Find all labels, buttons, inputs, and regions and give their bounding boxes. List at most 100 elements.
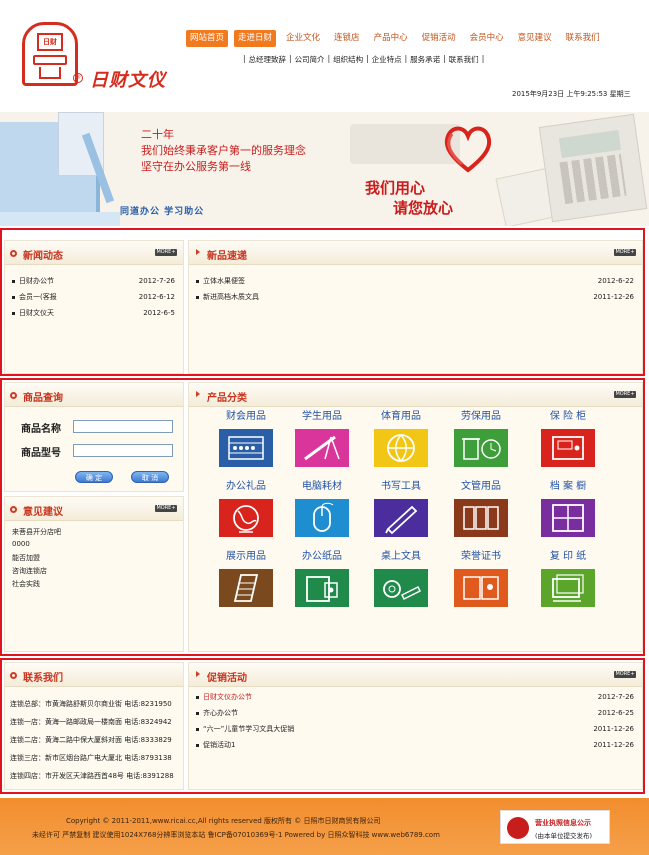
category-tile[interactable] [454, 569, 508, 607]
query-submit-button[interactable]: 确 定 [75, 471, 113, 483]
category-label[interactable]: 档 案 橱 [533, 477, 603, 492]
list-item[interactable]: 日财办公节 2012-7-26 [5, 275, 183, 288]
nav-item[interactable]: 企业文化 [282, 30, 324, 47]
category-label[interactable]: 财会用品 [211, 407, 281, 422]
category-tile[interactable] [374, 429, 428, 467]
category-label[interactable]: 劳保用品 [446, 407, 516, 422]
news-more-button[interactable]: MORE+ [155, 249, 177, 256]
subnav-link[interactable]: 总经理致辞 [249, 54, 287, 65]
nav-item[interactable]: 产品中心 [370, 30, 412, 47]
category-label[interactable]: 荣誉证书 [446, 547, 516, 562]
subnav-link[interactable]: 公司简介 [295, 54, 325, 65]
category-tile[interactable] [295, 499, 349, 537]
nav-item[interactable]: 意见建议 [514, 30, 556, 47]
nav-item[interactable]: 促销活动 [418, 30, 460, 47]
category-tile[interactable] [295, 429, 349, 467]
list-item-text[interactable]: 会员一(客报 [19, 291, 57, 304]
suggestion-item[interactable]: 咨询连锁店 [12, 566, 47, 576]
category-label[interactable]: 学生用品 [287, 407, 357, 422]
brand-logo[interactable]: 日财 [22, 22, 78, 86]
category-label[interactable]: 办公纸品 [287, 547, 357, 562]
nav-item[interactable]: 走进日财 [234, 30, 277, 47]
suggestions-more-button[interactable]: MORE+ [155, 505, 177, 512]
category-tile[interactable] [454, 429, 508, 467]
suggestion-item[interactable]: 能否加盟 [12, 553, 40, 563]
category-label[interactable]: 复 印 纸 [533, 547, 603, 562]
main-nav: 网站首页 走进日财 企业文化 连锁店 产品中心 促销活动 会员中心 意见建议 联系我们 [186, 30, 610, 47]
cabinet-icon [552, 504, 584, 532]
paper-stack-icon [552, 574, 584, 602]
category-label[interactable]: 电脑耗材 [287, 477, 357, 492]
subnav-link[interactable]: 企业特点 [372, 54, 402, 65]
list-item[interactable]: “六一”儿童节学习文具大促销 2011-12-26 [189, 723, 642, 736]
list-item-text[interactable]: 日财办公节 [19, 275, 54, 288]
category-label[interactable]: 文管用品 [446, 477, 516, 492]
category-label[interactable]: 书写工具 [366, 477, 436, 492]
category-tile[interactable] [541, 499, 595, 537]
product-name-input[interactable] [73, 420, 173, 433]
nav-item[interactable]: 网站首页 [186, 30, 229, 47]
list-item-text[interactable]: 立体水果便签 [203, 275, 245, 288]
list-item[interactable]: 齐心办公节 2012-6-25 [189, 707, 642, 720]
business-license-badge[interactable]: 营业执照信息公示 (由本单位提交发布) [500, 810, 610, 844]
nav-item[interactable]: 联系我们 [562, 30, 604, 47]
mouse-icon [313, 502, 334, 532]
suggestion-item[interactable]: 来菩县开分店吧 [12, 527, 61, 537]
category-tile[interactable] [374, 569, 428, 607]
suggestion-item[interactable]: 社会实践 [12, 579, 40, 589]
list-item-text[interactable]: “六一”儿童节学习文具大促销 [203, 723, 294, 736]
category-tile[interactable] [219, 429, 273, 467]
list-item-text[interactable]: 日财文仪办公节 [203, 691, 252, 704]
promotions-header: 促销活动 MORE+ [189, 663, 642, 687]
bullet-icon [12, 312, 15, 315]
category-label[interactable]: 桌上文具 [366, 547, 436, 562]
list-item[interactable]: 会员一(客报 2012-6-12 [5, 291, 183, 304]
list-item-date: 2012-7-26 [597, 693, 634, 701]
list-item[interactable]: 立体水果便签 2012-6-22 [189, 275, 642, 288]
product-model-input[interactable] [73, 444, 173, 457]
certificate-icon [463, 576, 499, 600]
list-item[interactable]: 促销活动1 2011-12-26 [189, 739, 642, 752]
category-tile[interactable] [374, 499, 428, 537]
new-products-panel: 新品速递 MORE+ 立体水果便签 2012-6-22 新进高档木质文具 2011-1… [188, 240, 643, 374]
list-item[interactable]: 日财文仪天 2012-6-5 [5, 307, 183, 320]
category-tile[interactable] [219, 499, 273, 537]
list-item-text[interactable]: 新进高档木质文具 [203, 291, 259, 304]
list-item-text[interactable]: 日财文仪天 [19, 307, 54, 320]
subnav-link[interactable]: 服务承诺 [410, 54, 440, 65]
query-cancel-button[interactable]: 取 消 [131, 471, 169, 483]
promotions-panel: 促销活动 MORE+ 日财文仪办公节 2012-7-26 齐心办公节 2012-6-2… [188, 662, 643, 790]
new-products-title: 新品速递 [207, 251, 247, 262]
section-arrow-icon [196, 249, 200, 255]
list-item-text[interactable]: 促销活动1 [203, 739, 235, 752]
news-section: 新闻动态 MORE+ 日财办公节 2012-7-26 会员一(客报 2012-6-12… [0, 228, 645, 376]
contact-section: 联系我们 连锁总部：市黄海路舒斯贝尔商业街 电话:8231950 连锁一店：黄海一… [0, 658, 645, 794]
banner-tagline: 同道办公 学习助公 [120, 207, 205, 217]
promotions-more-button[interactable]: MORE+ [614, 671, 636, 678]
list-item[interactable]: 日财文仪办公节 2012-7-26 [189, 691, 642, 704]
category-label[interactable]: 展示用品 [211, 547, 281, 562]
category-tile[interactable] [454, 499, 508, 537]
categories-title: 产品分类 [207, 393, 247, 404]
list-item-text[interactable]: 齐心办公节 [203, 707, 238, 720]
categories-more-button[interactable]: MORE+ [614, 391, 636, 398]
category-label[interactable]: 体育用品 [366, 407, 436, 422]
current-datetime: 2015年9月23日 上午9:25:53 星期三 [512, 90, 631, 98]
subnav-link[interactable]: 联系我们 [449, 54, 479, 65]
bullet-icon [196, 712, 199, 715]
category-tile[interactable] [541, 429, 595, 467]
heart-icon [444, 126, 492, 173]
subnav-link[interactable]: 组织结构 [333, 54, 363, 65]
category-tile[interactable] [295, 569, 349, 607]
category-label[interactable]: 保 险 柜 [533, 407, 603, 422]
footer-copyright: Copyright © 2011-2011,www.ricai.cc,All r… [66, 817, 381, 825]
suggestion-item[interactable]: 0000 [12, 540, 30, 548]
nav-item[interactable]: 连锁店 [330, 30, 364, 47]
new-products-more-button[interactable]: MORE+ [614, 249, 636, 256]
category-label[interactable]: 办公礼品 [211, 477, 281, 492]
list-item-date: 2011-12-26 [593, 725, 634, 733]
nav-item[interactable]: 会员中心 [466, 30, 508, 47]
list-item[interactable]: 新进高档木质文具 2011-12-26 [189, 291, 642, 304]
category-tile[interactable] [219, 569, 273, 607]
category-tile[interactable] [541, 569, 595, 607]
